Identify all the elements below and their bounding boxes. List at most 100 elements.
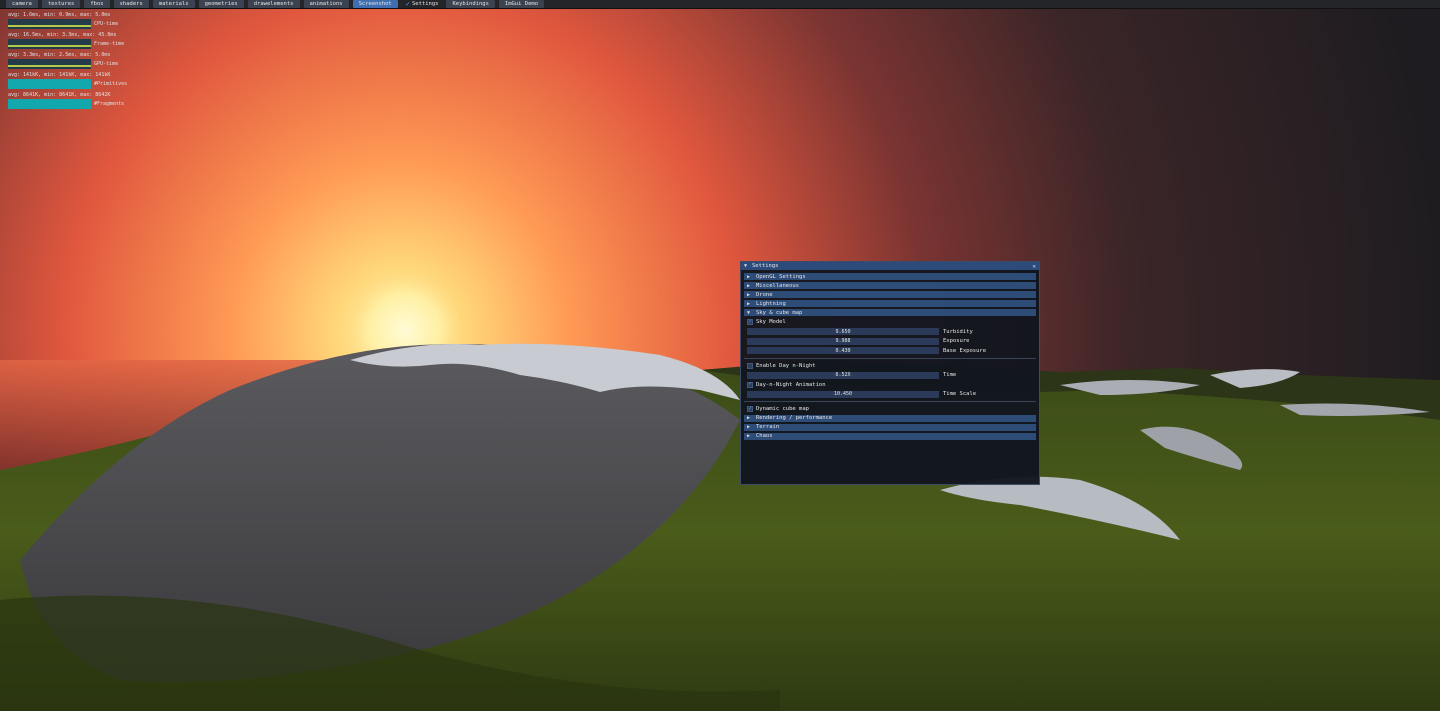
day-night-label: Enable Day n-Night (756, 362, 816, 369)
stat-label: #Primitives (94, 81, 128, 87)
menu-item-imgui-demo[interactable]: ImGui Demo (498, 0, 545, 8)
slider-value: 9.988 (835, 338, 851, 344)
time-slider[interactable]: 6.52X (747, 371, 939, 379)
header-label: Lightning (756, 300, 786, 307)
stat-label: Frame-time (94, 41, 125, 47)
slider-value: 0.430 (835, 347, 851, 354)
menu-item-materials[interactable]: materials (152, 0, 195, 8)
day-night-anim-label: Day-n-Night Animation (756, 381, 826, 388)
stat-graph (8, 39, 91, 49)
header-label: Drone (756, 291, 773, 298)
menu-item-label: Settings (411, 1, 439, 7)
menu-item-camera[interactable]: camera (6, 0, 38, 8)
time-scale-value: 10.450 (833, 391, 853, 397)
stat-cpu-time: avg: 1.6ms, min: 0.9ms, max: 5.0ms CPU-ti… (8, 12, 168, 29)
stat-row: #Primitives (8, 79, 168, 89)
turbidity-slider[interactable]: 9.650 (747, 328, 939, 335)
header-lightning[interactable]: ▶ Lightning (744, 300, 1036, 307)
header-label: Rendering / performance (756, 415, 833, 421)
slider-row-turbidity: 9.650 Turbidity (744, 328, 1036, 336)
sky-model-row[interactable]: ✓ Sky Model (744, 318, 1036, 326)
collapsed-arrow-icon: ▶ (747, 415, 751, 421)
header-drone[interactable]: ▶ Drone (744, 291, 1036, 298)
exposure-slider[interactable]: 9.988 (747, 337, 939, 345)
stat-row: CPU-time (8, 19, 168, 29)
stat-frame-time: avg: 16.5ms, min: 3.3ms, max: 45.0ms Fram… (8, 32, 168, 49)
day-night-checkbox[interactable]: ✓ (747, 362, 753, 369)
graph-line (8, 25, 91, 27)
sky-model-checkbox[interactable]: ✓ (747, 319, 753, 325)
divider (744, 357, 1036, 359)
header-label: OpenGL Settings (756, 273, 806, 280)
menu-item-screenshot[interactable]: Screenshot (352, 0, 398, 8)
header-label: Sky & cube map (756, 309, 803, 316)
close-icon[interactable]: ✕ (1032, 263, 1036, 270)
stat-gpu-time: avg: 3.3ms, min: 2.5ms, max: 5.0ms GPU-ti… (8, 52, 168, 69)
scene-viewport[interactable] (0, 0, 1440, 711)
collapse-arrow-icon[interactable]: ▼ (744, 263, 749, 269)
stat-summary: avg: 1.6ms, min: 0.9ms, max: 5.0ms (8, 12, 111, 18)
graph-line (8, 45, 91, 47)
stat-summary: avg: 141kK, min: 141kK, max: 141kK (8, 72, 111, 78)
menu-item-fbos[interactable]: fbos (84, 0, 110, 8)
slider-value: 9.650 (835, 328, 851, 335)
sky-model-label: Sky Model (756, 319, 786, 325)
stat-summary: avg: 3.3ms, min: 2.5ms, max: 5.0ms (8, 52, 111, 58)
day-night-anim-checkbox[interactable]: ✓ (747, 381, 753, 388)
menu-item-textures[interactable]: textures (41, 0, 81, 8)
base-exposure-slider[interactable]: 0.430 (747, 347, 939, 354)
graph-line (8, 65, 91, 67)
dynamic-cube-row[interactable]: ✓ Dynamic cube map (744, 405, 1036, 413)
slider-label: Exposure (943, 338, 970, 344)
header-terrain[interactable]: ▶ Terrain (744, 423, 1036, 431)
menu-item-keybindings[interactable]: Keybindings (446, 0, 495, 8)
time-label: Time (943, 372, 957, 378)
header-label: Terrain (756, 424, 780, 430)
menu-item-drawelements[interactable]: drawelements (247, 0, 300, 8)
time-scale-row: 10.450 Time Scale (744, 390, 1036, 398)
stat-label: GPU-time (94, 61, 119, 67)
header-chaos[interactable]: ▶ Chaos (744, 432, 1036, 440)
menu-item-shaders[interactable]: shaders (113, 0, 149, 8)
stat-graph (8, 79, 91, 89)
header-label: Chaos (756, 433, 773, 439)
header-label: Miscellaneous (756, 282, 800, 289)
settings-title-bar[interactable]: ▼ Settings ✕ (741, 262, 1039, 270)
dynamic-cube-checkbox[interactable]: ✓ (747, 406, 753, 412)
stat-row: GPU-time (8, 59, 168, 69)
header-miscellaneous[interactable]: ▶ Miscellaneous (744, 282, 1036, 289)
stat-graph (8, 19, 91, 29)
stat-primitives: avg: 141kK, min: 141kK, max: 141kK #Primi… (8, 72, 168, 89)
menu-item-animations[interactable]: animations (303, 0, 349, 8)
slider-row-base-exposure: 0.430 Base Exposure (744, 347, 1036, 355)
time-row: 6.52X Time (744, 371, 1036, 379)
collapsed-arrow-icon: ▶ (747, 424, 751, 430)
stat-summary: avg: 16.5ms, min: 3.3ms, max: 45.0ms (8, 32, 117, 38)
collapsed-arrow-icon: ▶ (747, 291, 751, 298)
settings-body: ▶ OpenGL Settings ▶ Miscellaneous ▶ Drone ▶ Lig… (741, 270, 1039, 445)
settings-window[interactable]: ▼ Settings ✕ ▶ OpenGL Settings ▶ Miscellane… (740, 261, 1040, 485)
day-night-anim-row[interactable]: ✓ Day-n-Night Animation (744, 381, 1036, 389)
stats-overlay: avg: 1.6ms, min: 0.9ms, max: 5.0ms CPU-ti… (8, 12, 168, 112)
slider-label: Turbidity (943, 328, 973, 335)
menu-item-settings[interactable]: ✓ Settings (402, 0, 443, 8)
dynamic-cube-label: Dynamic cube map (756, 406, 809, 412)
header-sky-cube-map[interactable]: ▼ Sky & cube map (744, 309, 1036, 316)
settings-title: Settings (752, 263, 779, 269)
header-opengl-settings[interactable]: ▶ OpenGL Settings (744, 273, 1036, 280)
menu-item-geometries[interactable]: geometries (198, 0, 244, 8)
stat-row: Frame-time (8, 39, 168, 49)
expanded-arrow-icon: ▼ (747, 309, 751, 316)
day-night-row[interactable]: ✓ Enable Day n-Night (744, 362, 1036, 370)
collapsed-arrow-icon: ▶ (747, 273, 751, 280)
divider (744, 401, 1036, 402)
collapsed-arrow-icon: ▶ (747, 433, 751, 439)
time-scale-slider[interactable]: 10.450 (747, 390, 939, 398)
stat-summary: avg: 8641K, min: 8641K, max: 8642K (8, 92, 111, 98)
collapsed-arrow-icon: ▶ (747, 300, 751, 307)
time-scale-label: Time Scale (943, 391, 977, 397)
stat-row: #Fragments (8, 99, 168, 109)
header-rendering-performance[interactable]: ▶ Rendering / performance (744, 414, 1036, 422)
collapsed-arrow-icon: ▶ (747, 282, 751, 289)
stat-label: #Fragments (94, 101, 125, 107)
